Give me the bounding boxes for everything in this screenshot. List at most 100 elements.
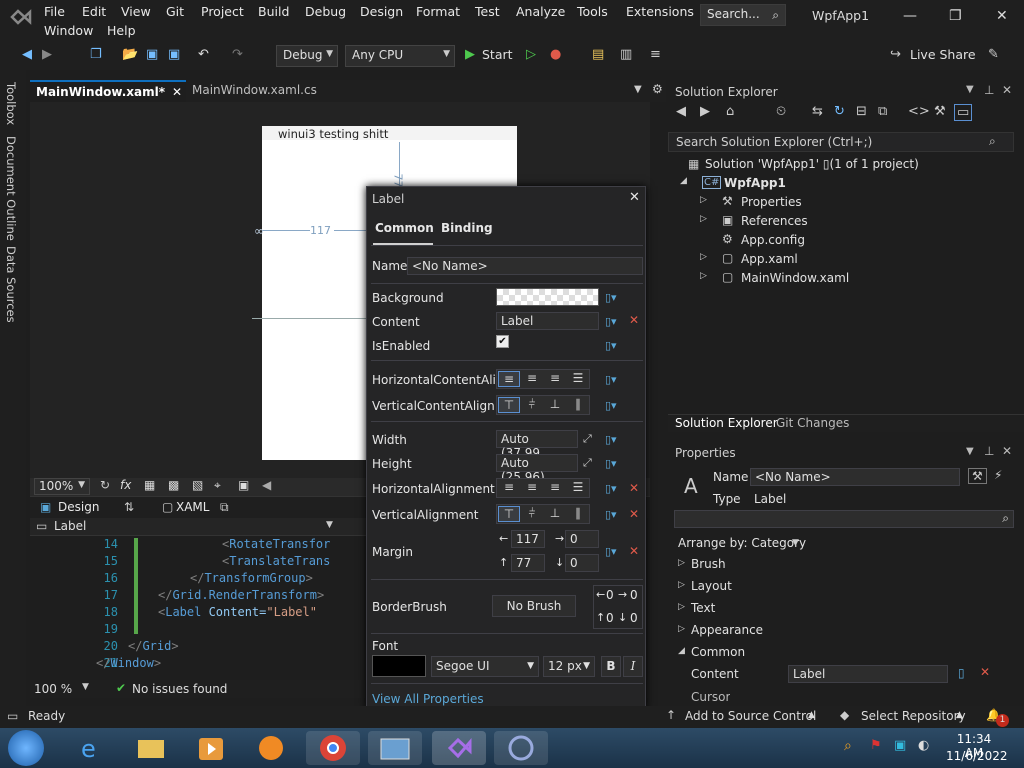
chevron-down-icon[interactable]: ▼ xyxy=(966,84,974,95)
se-search-box[interactable]: Search Solution Explorer (Ctrl+;) ⌕ xyxy=(668,132,1014,152)
tray-volume-icon[interactable]: ◐ xyxy=(918,738,929,753)
refresh-icon[interactable]: ↻ xyxy=(834,104,845,119)
border-left-value[interactable]: 0 xyxy=(606,588,614,602)
ha-segmented[interactable]: ≡ ≡ ≡ ☰ xyxy=(496,478,590,498)
wrench-icon[interactable]: ⚒ xyxy=(934,104,946,119)
scroll-left-icon[interactable]: ◀ xyxy=(262,478,271,492)
history-icon[interactable]: ⏲ xyxy=(776,104,786,119)
new-project-icon[interactable]: ❐ xyxy=(90,47,102,62)
chevron-down-icon[interactable]: ▼ xyxy=(966,446,974,457)
app-icon-2[interactable] xyxy=(494,731,548,765)
collapse-all-icon[interactable]: ⊟ xyxy=(856,104,867,119)
binding-icon[interactable]: ▯▾ xyxy=(605,433,617,446)
menu-edit[interactable]: Edit xyxy=(82,4,106,19)
props-name-input[interactable]: <No Name> xyxy=(750,468,960,486)
wrench-icon[interactable]: ⚒ xyxy=(968,468,987,484)
editor-zoom[interactable]: 100 % xyxy=(34,682,72,696)
undo-icon[interactable]: ↶ xyxy=(198,47,209,62)
menu-build[interactable]: Build xyxy=(258,4,289,19)
align-stretch-icon[interactable]: ☰ xyxy=(567,480,589,496)
live-share-icon[interactable]: ↪ xyxy=(890,47,901,62)
sync-icon[interactable]: ⇆ xyxy=(812,104,823,119)
hot-reload-icon[interactable]: ● xyxy=(550,47,561,62)
forward-icon[interactable]: ▶ xyxy=(42,47,52,62)
document-outline-tab[interactable]: Document Outline xyxy=(4,136,18,241)
home-icon[interactable]: ⌂ xyxy=(726,104,734,119)
grid-icon[interactable]: ▦ xyxy=(144,478,155,492)
menu-format[interactable]: Format xyxy=(416,4,460,19)
item-mainwindow-xaml[interactable]: MainWindow.xaml xyxy=(741,271,849,285)
image-viewer-icon[interactable] xyxy=(368,731,422,765)
menu-design[interactable]: Design xyxy=(360,4,403,19)
menu-debug[interactable]: Debug xyxy=(305,4,346,19)
tab-solution-explorer[interactable]: Solution Explorer xyxy=(675,416,778,430)
tray-flag-icon[interactable]: ⚑ xyxy=(870,738,882,753)
code-line[interactable]: <TranslateTrans xyxy=(222,554,330,568)
chevron-up-icon[interactable]: ▲ xyxy=(956,710,963,720)
toolbox-tab[interactable]: Toolbox xyxy=(4,82,18,125)
tab-list-icon[interactable]: ▼ xyxy=(634,84,642,95)
tab-binding[interactable]: Binding xyxy=(441,221,493,235)
margin-left-input[interactable]: 117 xyxy=(511,530,545,548)
configuration-dropdown[interactable]: Debug ▼ xyxy=(276,45,338,67)
events-icon[interactable]: ⚡ xyxy=(994,468,1002,482)
minimize-icon[interactable]: — xyxy=(903,8,917,24)
margin-bottom-input[interactable]: 0 xyxy=(565,554,599,572)
start-orb-icon[interactable] xyxy=(8,730,44,766)
pin-icon[interactable]: ⊥ xyxy=(984,444,994,458)
close-icon[interactable]: ✕ xyxy=(629,190,640,205)
code-line[interactable]: </Grid.RenderTransform> xyxy=(158,588,324,602)
font-family-dropdown[interactable]: Segoe UI ▼ xyxy=(431,656,539,677)
background-brush-swatch[interactable] xyxy=(496,288,599,306)
tray-network-icon[interactable]: ▣ xyxy=(894,738,906,753)
code-line[interactable]: <RotateTransfor xyxy=(222,537,330,551)
save-icon[interactable]: ▣ xyxy=(146,47,158,62)
tab-mainwindow-xaml[interactable]: MainWindow.xaml* ✕ xyxy=(30,80,186,102)
artboard-background-icon[interactable]: ▧ xyxy=(192,478,203,492)
italic-button[interactable]: I xyxy=(623,656,643,677)
view-code-icon[interactable]: <> xyxy=(908,104,930,119)
code-line[interactable]: </Grid> xyxy=(128,639,179,653)
isenabled-checkbox[interactable]: ✔ xyxy=(496,335,509,348)
reset-icon[interactable]: ✕ xyxy=(629,507,639,521)
show-all-files-icon[interactable]: ⧉ xyxy=(878,104,887,119)
internet-explorer-icon[interactable]: e xyxy=(64,731,118,765)
expanded-icon[interactable]: ◢ xyxy=(678,646,685,656)
menu-project[interactable]: Project xyxy=(201,4,244,19)
vca-segmented[interactable]: ⊤ ⫩ ⊥ ∥ xyxy=(496,395,590,415)
expand-icon[interactable]: ⤢ xyxy=(583,456,592,470)
close-tab-icon[interactable]: ✕ xyxy=(172,85,182,99)
popout-icon[interactable]: ⧉ xyxy=(220,500,229,515)
category-appearance[interactable]: Appearance xyxy=(691,623,763,637)
props-content-input[interactable]: Label xyxy=(788,665,948,683)
margin-right-input[interactable]: 0 xyxy=(565,530,599,548)
expanded-icon[interactable]: ◢ xyxy=(680,176,687,186)
align-center-icon[interactable]: ≡ xyxy=(521,371,543,387)
binding-icon[interactable]: ▯ xyxy=(958,666,965,680)
borderbrush-button[interactable]: No Brush xyxy=(492,595,576,617)
search-box[interactable]: Search... ⌕ xyxy=(700,4,786,26)
border-bottom-value[interactable]: 0 xyxy=(630,611,638,625)
align-right-icon[interactable]: ≡ xyxy=(544,371,566,387)
code-line[interactable]: </Window> xyxy=(96,656,161,670)
category-brush[interactable]: Brush xyxy=(691,557,726,571)
xaml-tab[interactable]: XAML xyxy=(176,500,209,514)
maximize-icon[interactable]: ❐ xyxy=(949,8,962,24)
align-right-icon[interactable]: ≡ xyxy=(544,480,566,496)
align-stretch-icon[interactable]: ☰ xyxy=(567,371,589,387)
align-bottom-icon[interactable]: ⊥ xyxy=(544,506,566,522)
menu-analyze[interactable]: Analyze xyxy=(516,4,565,19)
close-icon[interactable]: ✕ xyxy=(1002,444,1012,458)
font-size-dropdown[interactable]: 12 px ▼ xyxy=(543,656,595,677)
tray-search-icon[interactable]: ⌕ xyxy=(844,738,852,754)
media-player-icon[interactable] xyxy=(184,731,238,765)
menu-git[interactable]: Git xyxy=(166,4,184,19)
align-icon[interactable]: ≡ xyxy=(650,47,661,62)
reset-icon[interactable]: ✕ xyxy=(629,544,639,558)
align-stretch-icon[interactable]: ∥ xyxy=(567,397,589,413)
breadcrumb[interactable]: ▭ Label ▼ xyxy=(30,518,366,536)
clock-date[interactable]: 11/6/2022 xyxy=(946,749,1008,763)
chevron-down-icon[interactable]: ▼ xyxy=(326,520,333,530)
code-line[interactable]: <Label Content="Label" xyxy=(158,605,324,619)
visual-studio-icon[interactable] xyxy=(432,731,486,765)
